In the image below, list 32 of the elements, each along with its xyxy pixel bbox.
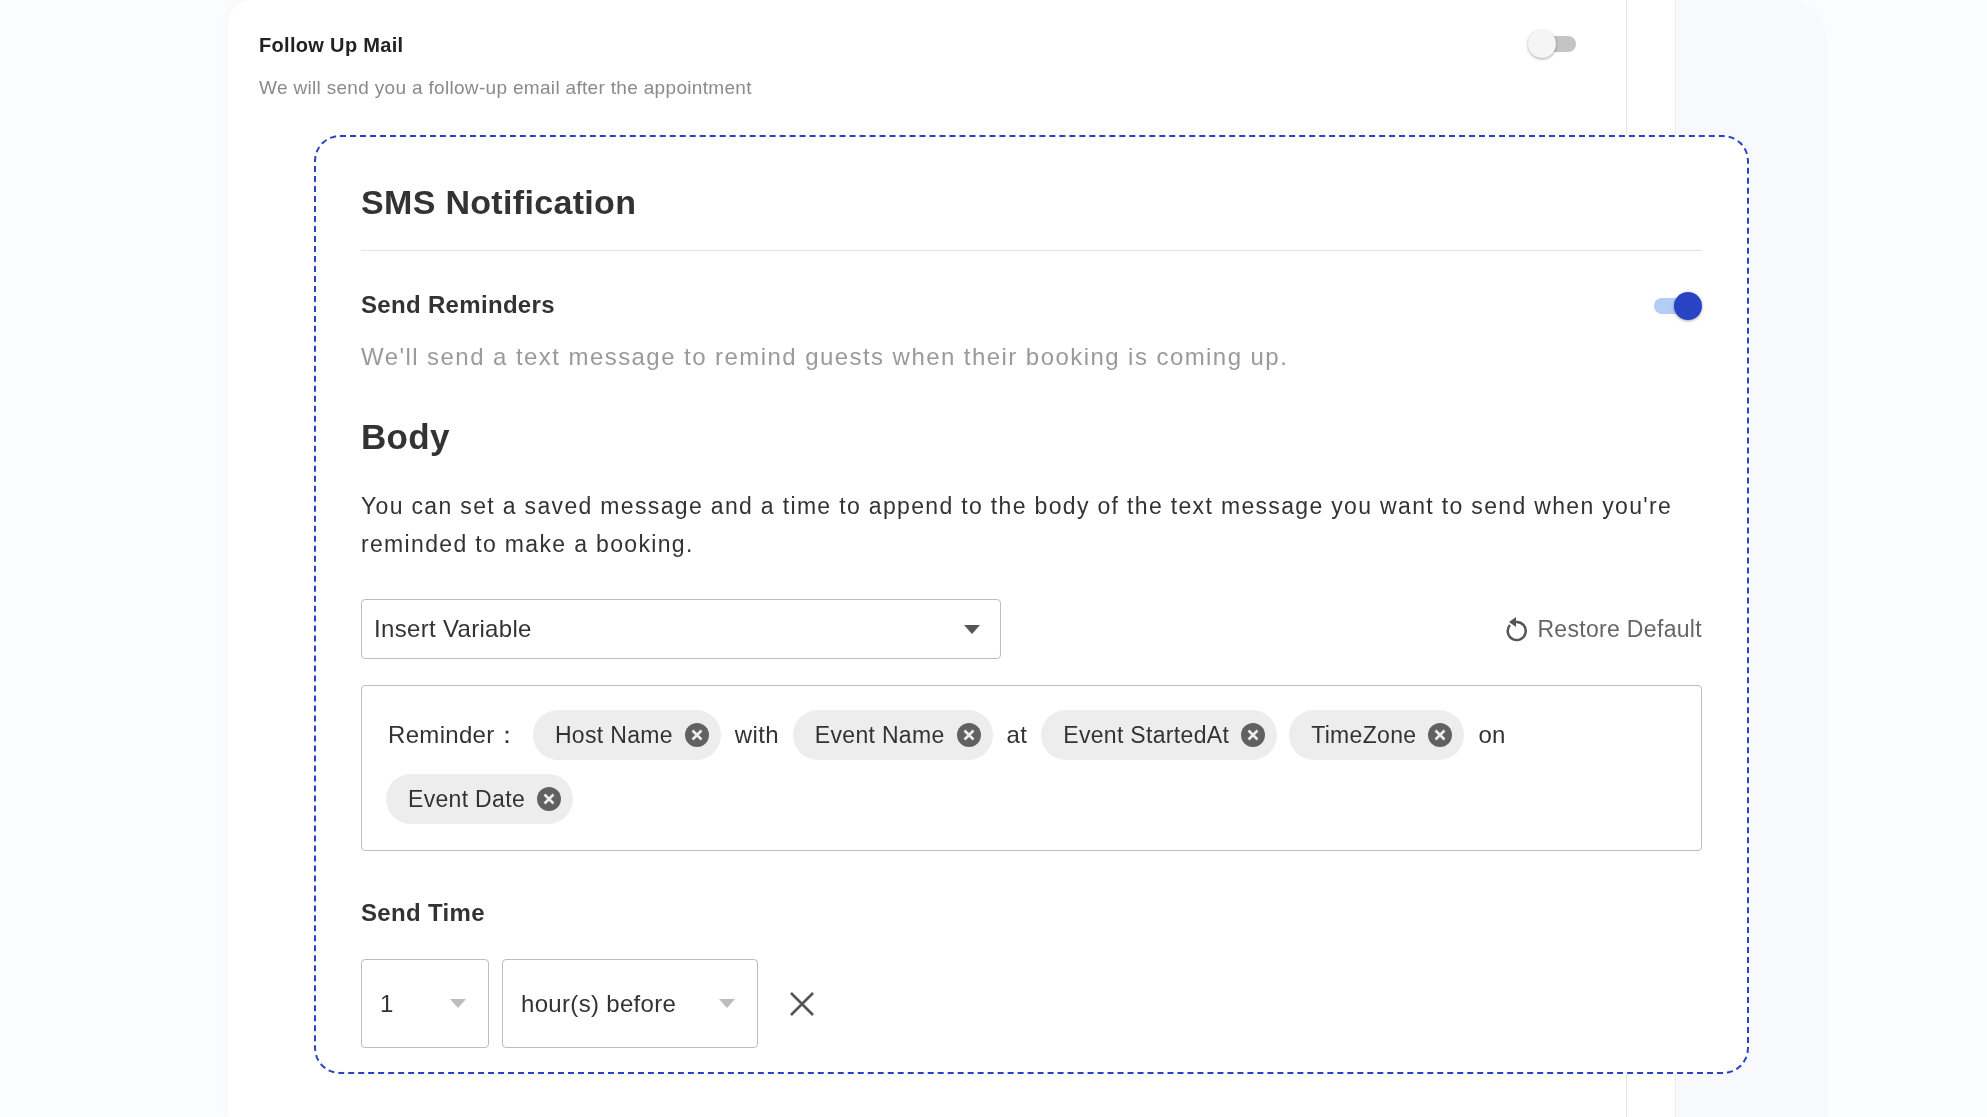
body-description: You can set a saved message and a time to append to the body of the text message you want to send when you're reminded to make a booking. [361, 492, 1674, 559]
setting-description: We'll send a text message to remind guests when their booking is coming up. [361, 342, 1289, 370]
message-editor[interactable]: Reminder： Host Name with Event Name at Event StartedAt TimeZone on Event Date [361, 685, 1702, 851]
message-text: on [1477, 720, 1507, 750]
restore-icon [1505, 616, 1530, 642]
caret-icon [964, 624, 980, 634]
remove-icon[interactable] [1241, 723, 1266, 747]
restore-default-button[interactable]: Restore Default [1505, 611, 1702, 647]
section-title: Follow Up Mail [259, 33, 405, 58]
remove-icon[interactable] [684, 723, 709, 747]
setting-title: Send Reminders [361, 289, 555, 320]
message-text: with [733, 720, 780, 750]
message-text: Reminder： [387, 720, 520, 750]
card-title: SMS Notification [361, 182, 637, 221]
variable-chip[interactable]: Host Name [532, 710, 721, 760]
amount-select[interactable]: 1 [361, 959, 489, 1048]
insert-variable-select[interactable]: Insert Variable [361, 599, 1001, 659]
variable-chip[interactable]: Event Date [386, 774, 573, 824]
variable-chip[interactable]: TimeZone [1289, 710, 1465, 760]
variable-chip[interactable]: Event Name [792, 710, 993, 760]
send-time-label: Send Time [361, 899, 485, 926]
remove-icon[interactable] [956, 723, 981, 747]
remove-icon[interactable] [537, 787, 561, 811]
caret-icon [719, 999, 735, 1008]
message-text: at [1005, 720, 1029, 750]
section-description: We will send you a follow-up email after the appointment [259, 76, 752, 100]
body-heading: Body [361, 416, 450, 456]
close-button[interactable] [789, 990, 815, 1017]
caret-icon [450, 999, 466, 1008]
remove-icon[interactable] [1428, 723, 1453, 747]
unit-select[interactable]: hour(s) before [502, 959, 758, 1048]
variable-chip[interactable]: Event StartedAt [1041, 710, 1278, 760]
